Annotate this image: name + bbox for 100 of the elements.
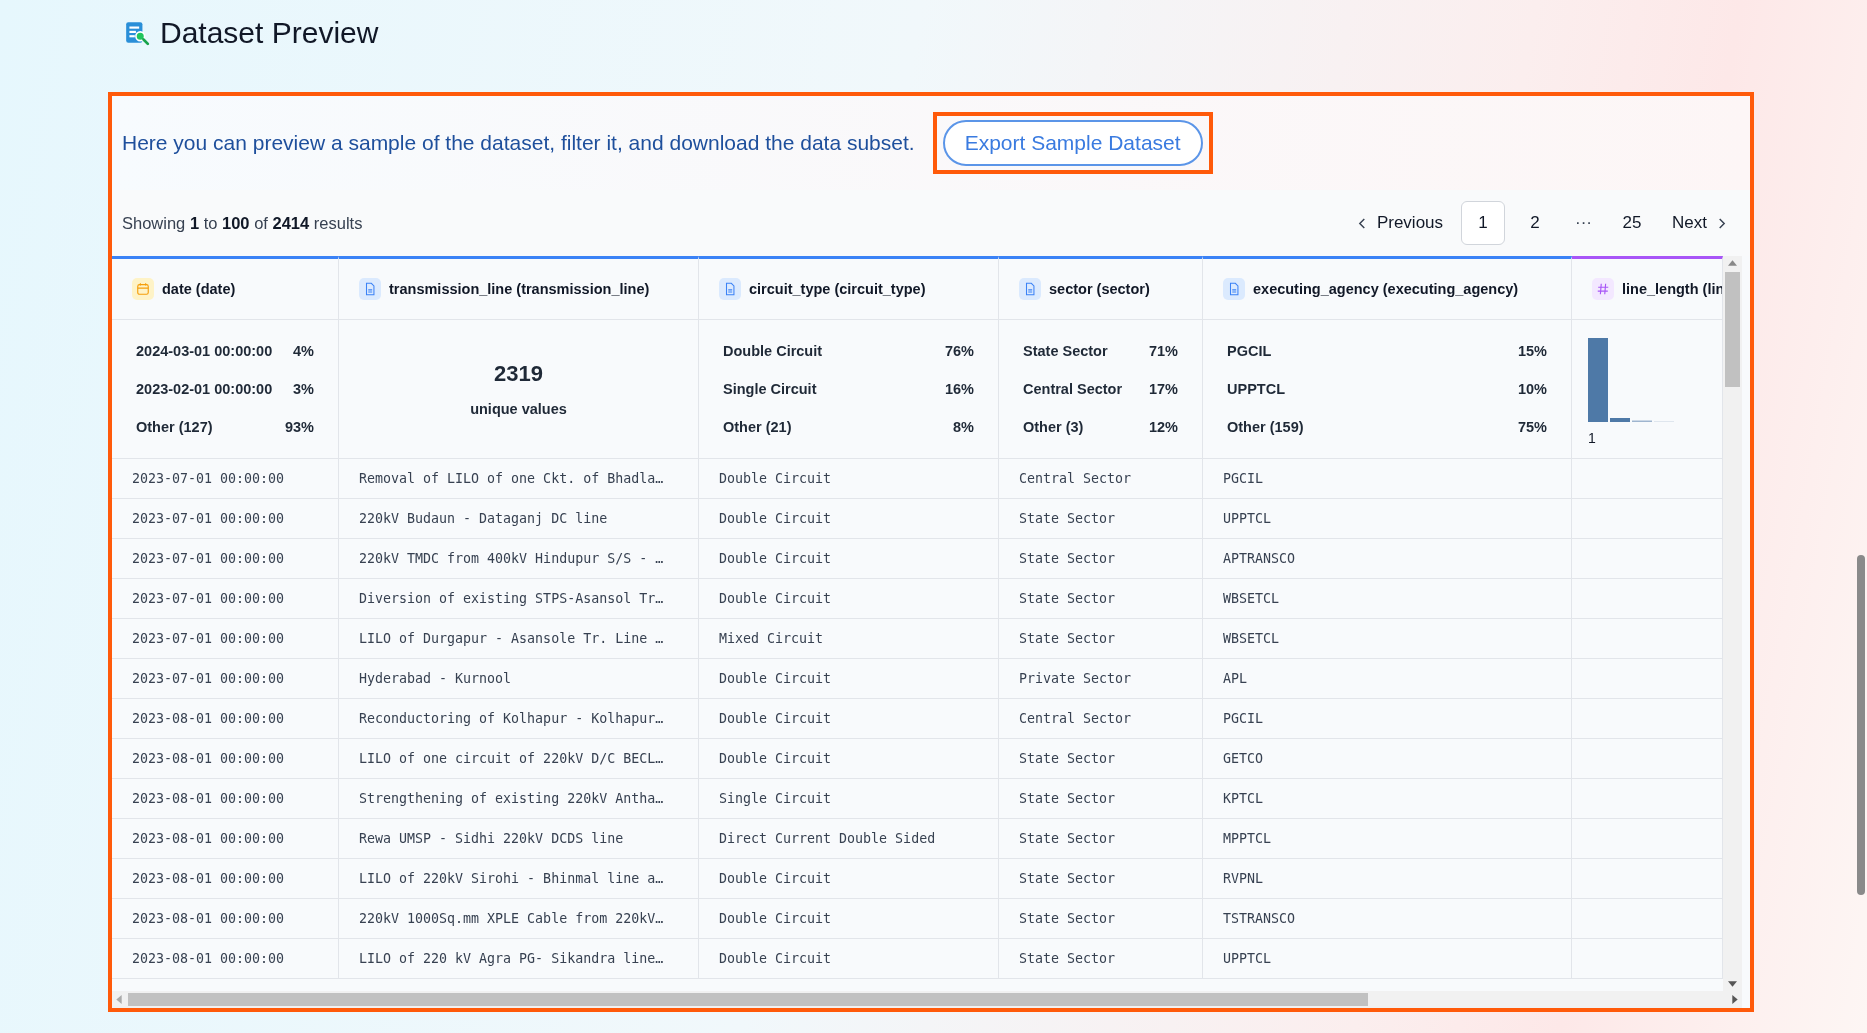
- table-cell: State Sector: [999, 779, 1203, 819]
- table-cell: 220kV TMDC from 400kV Hindupur S/S - …: [339, 539, 699, 579]
- table-cell: Diversion of existing STPS-Asansol Tr…: [339, 579, 699, 619]
- table-cell: 2023-08-01 00:00:00: [112, 699, 339, 739]
- table-cell: Double Circuit: [699, 659, 999, 699]
- table-cell: PGCIL: [1203, 459, 1572, 499]
- table-cell: State Sector: [999, 579, 1203, 619]
- document-icon: [1227, 282, 1241, 296]
- table-cell: 2023-08-01 00:00:00: [112, 939, 339, 979]
- top-value-label: Other (159): [1227, 419, 1304, 435]
- top-value-share: 16%: [944, 381, 974, 397]
- table-cell: APL: [1203, 659, 1572, 699]
- table-cell: 2023-07-01 00:00:00: [112, 499, 339, 539]
- top-value-share: 93%: [284, 419, 314, 435]
- page-button[interactable]: 25: [1610, 201, 1655, 245]
- table-cell: Central Sector: [999, 699, 1203, 739]
- intro-text: Here you can preview a sample of the dataset, filter it, and download the data subset.: [122, 131, 915, 155]
- table-cell: 220kV Budaun - Dataganj DC line: [339, 499, 699, 539]
- table-cell: Hyderabad - Kurnool: [339, 659, 699, 699]
- page-button[interactable]: 1: [1461, 201, 1506, 245]
- top-value-label: Other (3): [1023, 419, 1084, 435]
- page-title: Dataset Preview: [160, 16, 379, 50]
- table-cell: State Sector: [999, 859, 1203, 899]
- horizontal-scrollbar[interactable]: [112, 991, 1742, 1008]
- document-icon: [723, 282, 737, 296]
- document-icon: [1023, 282, 1037, 296]
- table-cell: UPPTCL: [1203, 939, 1572, 979]
- table-cell: State Sector: [999, 619, 1203, 659]
- column-header[interactable]: date (date): [112, 256, 339, 320]
- table-cell: LILO of Durgapur - Asansole Tr. Line …: [339, 619, 699, 659]
- table-cell: State Sector: [999, 499, 1203, 539]
- table-cell: 220kV 1000Sq.mm XPLE Cable from 220kV…: [339, 899, 699, 939]
- table-cell: State Sector: [999, 819, 1203, 859]
- table-cell: RVPNL: [1203, 859, 1572, 899]
- table-cell: Strengthening of existing 220kV Antha…: [339, 779, 699, 819]
- scrollbar-thumb[interactable]: [1725, 272, 1740, 387]
- table-cell: 2023-07-01 00:00:00: [112, 579, 339, 619]
- table-cell: Reconductoring of Kolhapur - Kolhapur…: [339, 699, 699, 739]
- table-cell: PGCIL: [1203, 699, 1572, 739]
- scrollbar-thumb[interactable]: [128, 993, 1368, 1006]
- next-button[interactable]: Next: [1662, 205, 1736, 241]
- table-cell: GETCO: [1203, 739, 1572, 779]
- table-cell: TSTRANSCO: [1203, 899, 1572, 939]
- top-value-label: Double Circuit: [723, 343, 823, 359]
- top-value-label: Central Sector: [1023, 381, 1123, 397]
- table-cell: LILO of one circuit of 220kV D/C BECL…: [339, 739, 699, 779]
- top-value-label: Single Circuit: [723, 381, 817, 397]
- table-cell: 2023-07-01 00:00:00: [112, 539, 339, 579]
- top-value-label: UPPTCL: [1227, 381, 1285, 397]
- calendar-icon: [136, 282, 150, 296]
- top-value-label: State Sector: [1023, 343, 1108, 359]
- top-value-share: 4%: [293, 343, 314, 359]
- table-cell: Double Circuit: [699, 859, 999, 899]
- table-cell: 2023-08-01 00:00:00: [112, 859, 339, 899]
- top-value-share: 10%: [1517, 381, 1547, 397]
- top-value-share: 71%: [1148, 343, 1178, 359]
- table-cell: Double Circuit: [699, 699, 999, 739]
- table-cell: Double Circuit: [699, 899, 999, 939]
- table-cell: WBSETCL: [1203, 619, 1572, 659]
- scroll-up-icon: [1728, 260, 1737, 266]
- table-cell: Double Circuit: [699, 739, 999, 779]
- unique-caption: unique values: [470, 401, 567, 417]
- page-ellipsis: ···: [1574, 213, 1594, 233]
- table-cell: State Sector: [999, 939, 1203, 979]
- vertical-scrollbar[interactable]: [1723, 256, 1742, 991]
- scroll-down-icon: [1728, 981, 1737, 987]
- table-cell: 2023-08-01 00:00:00: [112, 739, 339, 779]
- table-cell: WBSETCL: [1203, 579, 1572, 619]
- column-header[interactable]: transmission_line (transmission_line): [339, 256, 699, 320]
- top-value-label: 2024-03-01 00:00:00: [136, 343, 273, 359]
- scroll-right-icon: [1732, 995, 1738, 1004]
- top-value-share: 75%: [1517, 419, 1547, 435]
- table-cell: Double Circuit: [699, 499, 999, 539]
- table-cell: 2023-07-01 00:00:00: [112, 459, 339, 499]
- document-icon: [363, 282, 377, 296]
- table-cell: State Sector: [999, 539, 1203, 579]
- top-value-share: 8%: [953, 419, 974, 435]
- hash-icon: [1596, 282, 1610, 296]
- table-cell: 2023-07-01 00:00:00: [112, 659, 339, 699]
- column-header[interactable]: sector (sector): [999, 256, 1203, 320]
- histogram-axis-label: 1: [1588, 430, 1597, 446]
- previous-button[interactable]: Previous: [1347, 205, 1454, 241]
- top-value-label: Other (127): [136, 419, 213, 435]
- table-cell: UPPTCL: [1203, 499, 1572, 539]
- table-cell: Double Circuit: [699, 939, 999, 979]
- export-button[interactable]: Export Sample Dataset: [942, 120, 1203, 166]
- table-cell: 2023-08-01 00:00:00: [112, 899, 339, 939]
- top-value-label: PGCIL: [1227, 343, 1272, 359]
- scrollbar-thumb[interactable]: [1857, 555, 1865, 895]
- table-cell: MPPTCL: [1203, 819, 1572, 859]
- table-cell: APTRANSCO: [1203, 539, 1572, 579]
- table-cell: LILO of 220 kV Agra PG- Sikandra line…: [339, 939, 699, 979]
- chevron-right-icon: [1717, 216, 1726, 230]
- dataset-icon: [124, 20, 150, 46]
- top-value-share: 3%: [293, 381, 314, 397]
- column-header[interactable]: executing_agency (executing_agency): [1203, 256, 1572, 320]
- column-header[interactable]: circuit_type (circuit_type): [699, 256, 999, 320]
- page-button[interactable]: 2: [1513, 201, 1558, 245]
- table-cell: Rewa UMSP - Sidhi 220kV DCDS line: [339, 819, 699, 859]
- table-cell: Double Circuit: [699, 579, 999, 619]
